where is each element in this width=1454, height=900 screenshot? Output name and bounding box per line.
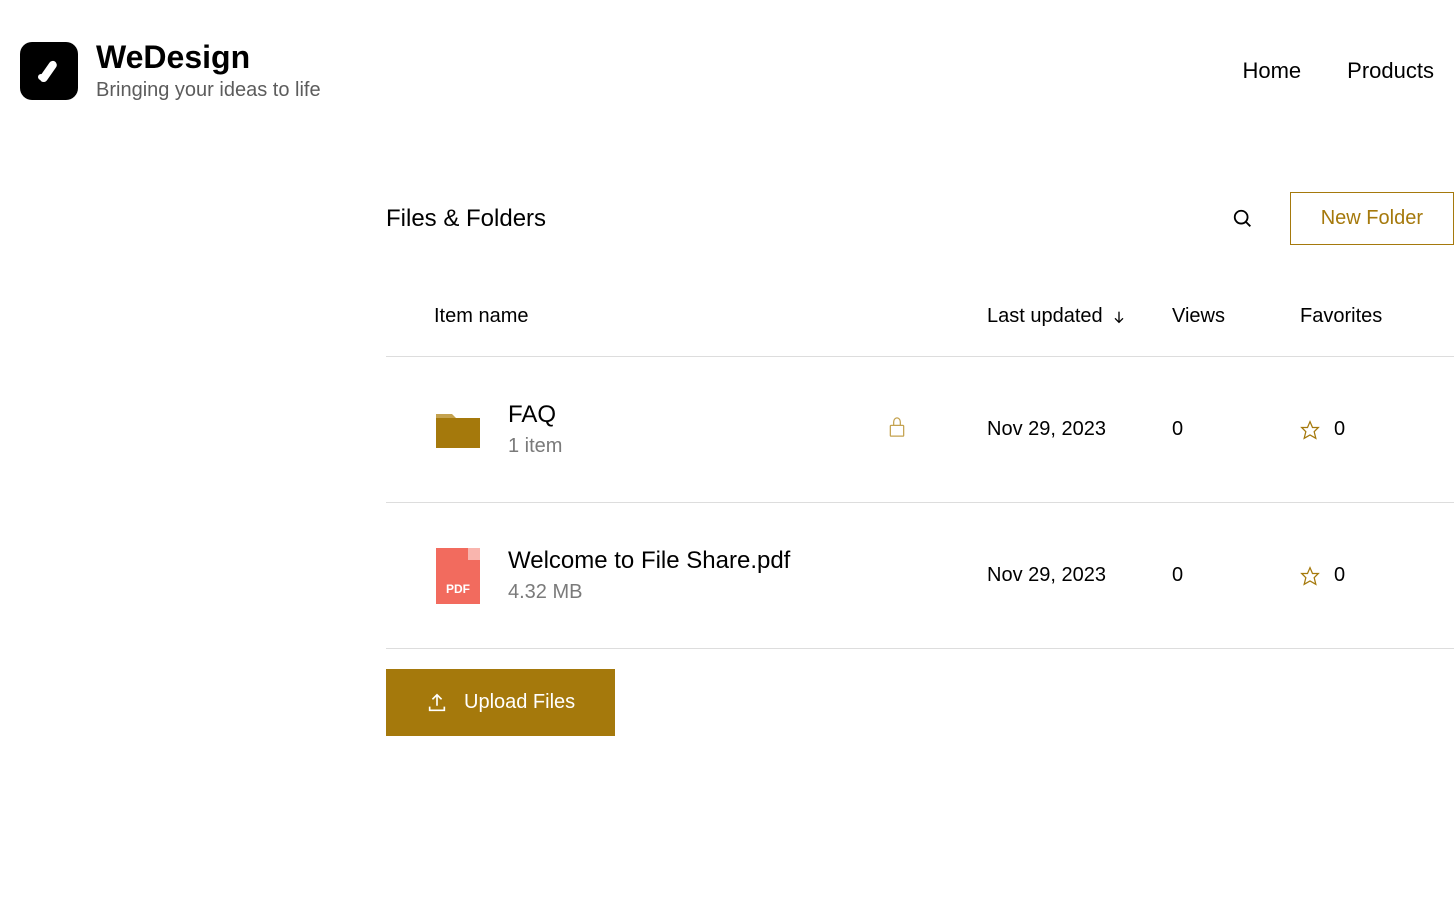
logo [20, 42, 78, 100]
cell-views: 0 [1172, 418, 1300, 441]
nav-products[interactable]: Products [1347, 58, 1434, 84]
cell-favorites: 0 [1300, 564, 1454, 587]
item-subtitle: 1 item [508, 435, 562, 458]
item-name: Welcome to File Share.pdf [508, 547, 790, 575]
cell-favorites: 0 [1300, 418, 1454, 441]
folder-icon [434, 406, 482, 454]
header-views[interactable]: Views [1172, 305, 1300, 328]
cell-last-updated: Nov 29, 2023 [987, 564, 1172, 587]
upload-icon [426, 692, 448, 714]
star-icon[interactable] [1300, 420, 1320, 440]
item-subtitle: 4.32 MB [508, 581, 790, 604]
new-folder-button[interactable]: New Folder [1290, 192, 1454, 245]
brand-tagline: Bringing your ideas to life [96, 79, 321, 102]
header-last-updated[interactable]: Last updated [987, 305, 1172, 328]
search-button[interactable] [1232, 208, 1254, 230]
brand: WeDesign Bringing your ideas to life [20, 40, 321, 102]
pdf-icon: PDF [434, 552, 482, 600]
logo-icon [31, 53, 67, 89]
nav-home[interactable]: Home [1242, 58, 1301, 84]
cell-views: 0 [1172, 564, 1300, 587]
lock-icon [887, 416, 907, 438]
star-icon[interactable] [1300, 566, 1320, 586]
header-favorites[interactable]: Favorites [1300, 305, 1454, 328]
page-title: Files & Folders [386, 205, 546, 233]
header-item-name[interactable]: Item name [434, 305, 887, 328]
table-row[interactable]: FAQ 1 item Nov 29, 2023 0 0 [386, 356, 1454, 502]
upload-files-button[interactable]: Upload Files [386, 669, 615, 736]
item-name: FAQ [508, 401, 562, 429]
sort-down-icon [1111, 309, 1127, 325]
search-icon [1232, 208, 1254, 230]
table-header: Item name Last updated Views Favorites [386, 305, 1454, 356]
cell-last-updated: Nov 29, 2023 [987, 418, 1172, 441]
table-row[interactable]: PDF Welcome to File Share.pdf 4.32 MB No… [386, 502, 1454, 649]
nav: Home Products [1242, 58, 1434, 84]
brand-title: WeDesign [96, 40, 321, 75]
files-table: Item name Last updated Views Favorites [386, 305, 1454, 649]
